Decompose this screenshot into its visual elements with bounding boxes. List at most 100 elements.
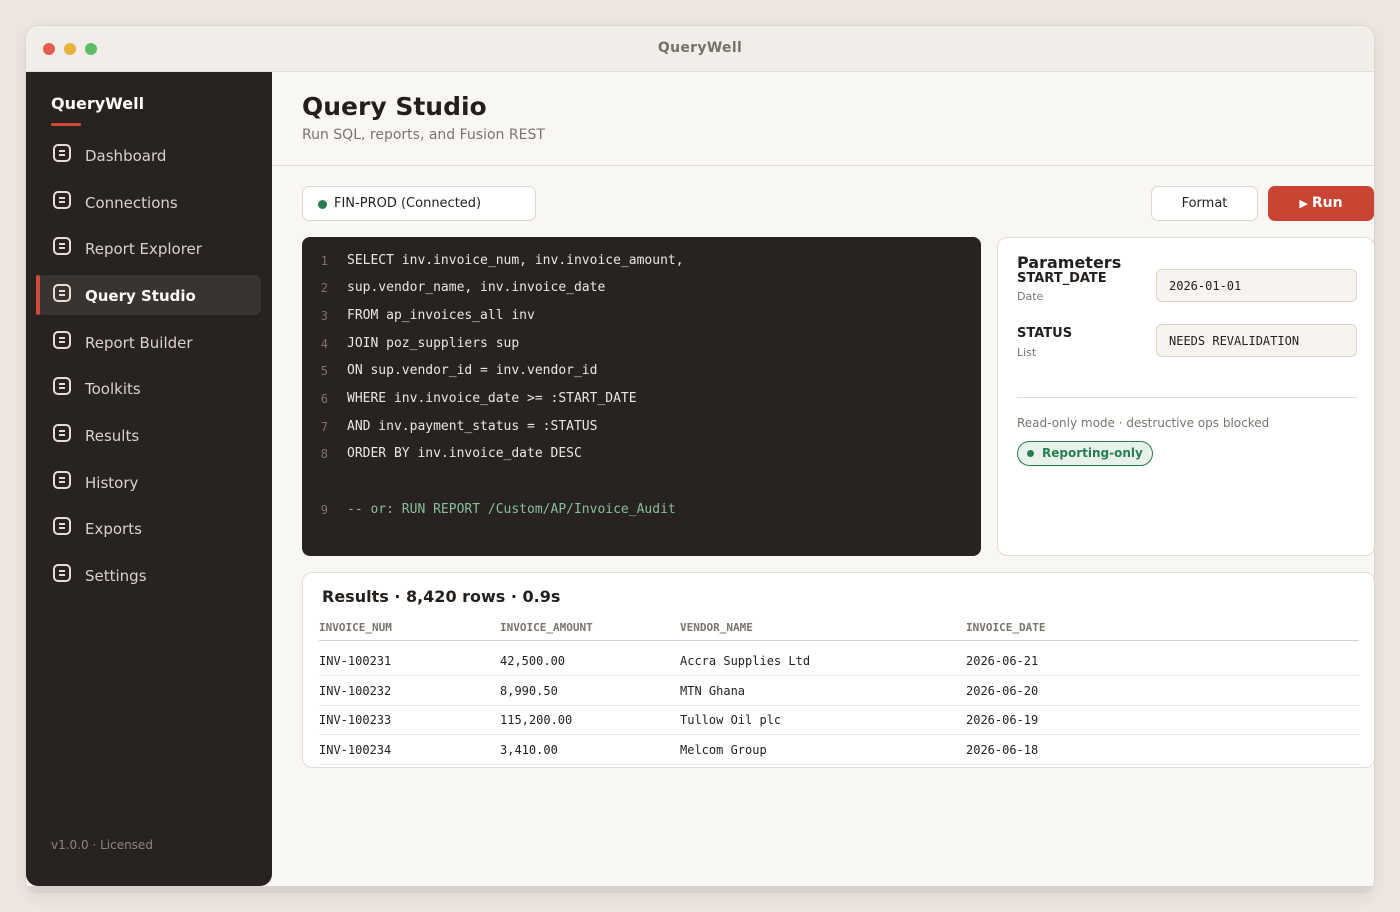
readonly-note: Read-only mode · destructive ops blocked [1017,416,1270,430]
table-cell: INV-100231 [319,654,392,668]
code-text: sup.vendor_name, inv.invoice_date [347,280,606,295]
sidebar-item-results[interactable]: Results [36,415,261,455]
param-type: Date [1017,290,1044,303]
sidebar-item-label: Exports [85,520,142,538]
table-row[interactable]: INV-100234 3,410.00 Melcom Group 2026-06… [319,735,1359,765]
line-number: 7 [320,420,328,434]
table-cell: INV-100232 [319,684,392,698]
table-cell: 2026-06-18 [966,743,1039,757]
doc-icon [53,377,71,395]
status-dot-icon [1027,450,1034,457]
sidebar-item-history[interactable]: History [36,462,261,502]
column-header[interactable]: INVOICE_AMOUNT [500,621,593,634]
sidebar-item-label: Toolkits [85,380,141,398]
page-title: Query Studio [302,92,487,121]
table-cell: 2026-06-19 [966,713,1039,727]
format-button[interactable]: Format [1151,186,1258,221]
param-type: List [1017,346,1037,359]
table-cell: 2026-06-21 [966,654,1039,668]
table-cell: INV-100233 [319,713,392,727]
status-select[interactable] [1156,324,1357,357]
sidebar-item-settings[interactable]: Settings [36,555,261,595]
param-name: STATUS [1017,326,1073,341]
code-line: 2 sup.vendor_name, inv.invoice_date [302,279,981,301]
page-header: Query Studio Run SQL, reports, and Fusio… [272,72,1374,166]
code-comment: -- or: RUN REPORT /Custom/AP/Invoice_Aud… [347,502,676,517]
column-header[interactable]: VENDOR_NAME [680,621,753,634]
play-icon: ▶ [1299,197,1308,210]
results-panel: Results · 8,420 rows · 0.9s INVOICE_NUM … [302,572,1374,768]
sidebar-item-label: Query Studio [85,287,196,305]
doc-icon [53,144,71,162]
line-number: 6 [320,392,328,406]
brand-name: QueryWell [51,94,145,113]
sidebar-item-label: Report Builder [85,334,193,352]
table-cell: 8,990.50 [500,684,558,698]
table-cell: Accra Supplies Ltd [680,654,811,668]
doc-icon [53,191,71,209]
main-content: Query Studio Run SQL, reports, and Fusio… [272,72,1374,892]
start-date-input[interactable] [1156,269,1357,302]
code-text: ON sup.vendor_id = inv.vendor_id [347,363,598,378]
connection-label: FIN-PROD (Connected) [334,196,482,211]
table-row[interactable]: INV-100232 8,990.50 MTN Ghana 2026-06-20 [319,676,1359,706]
column-header[interactable]: INVOICE_DATE [966,621,1045,634]
param-name: START_DATE [1017,271,1107,286]
sidebar-item-report-builder[interactable]: Report Builder [36,322,261,362]
doc-icon [53,564,71,582]
doc-icon [53,471,71,489]
table-cell: MTN Ghana [680,684,746,698]
code-line: 5 ON sup.vendor_id = inv.vendor_id [302,362,981,384]
line-number: 9 [320,503,328,517]
code-text: FROM ap_invoices_all inv [347,308,535,323]
reporting-only-badge: Reporting-only [1017,441,1153,466]
sidebar-item-label: Report Explorer [85,240,202,258]
line-number: 5 [320,364,328,378]
window-title: QueryWell [657,40,743,56]
line-number: 3 [320,309,328,323]
run-button-label: Run [1311,195,1343,211]
table-cell: 115,200.00 [500,713,573,727]
table-cell: 3,410.00 [500,743,558,757]
sidebar-item-dashboard[interactable]: Dashboard [36,135,261,175]
code-text: WHERE inv.invoice_date >= :START_DATE [347,391,637,406]
doc-icon [53,237,71,255]
code-line: 9 -- or: RUN REPORT /Custom/AP/Invoice_A… [302,501,981,523]
code-line: 4 JOIN poz_suppliers sup [302,335,981,357]
line-number: 4 [320,337,328,351]
sidebar-item-label: Dashboard [85,147,167,165]
divider [1017,397,1357,398]
code-line: 6 WHERE inv.invoice_date >= :START_DATE [302,390,981,412]
table-cell: Melcom Group [680,743,767,757]
table-row[interactable]: INV-100231 42,500.00 Accra Supplies Ltd … [319,646,1359,676]
column-header[interactable]: INVOICE_NUM [319,621,392,634]
line-number: 8 [320,447,328,461]
doc-icon [53,517,71,535]
code-text: JOIN poz_suppliers sup [347,336,520,351]
sidebar: QueryWell Dashboard Connections Report E… [26,72,272,886]
run-button[interactable]: ▶ Run [1268,186,1374,221]
parameters-panel: Parameters START_DATE Date STATUS List R… [997,237,1374,556]
line-number: 1 [320,254,328,268]
line-number: 2 [320,281,328,295]
code-text: AND inv.payment_status = :STATUS [347,419,598,434]
title-bar: QueryWell [26,26,1374,72]
connection-select[interactable]: FIN-PROD (Connected) [302,186,536,221]
doc-icon [53,331,71,349]
table-cell: Tullow Oil plc [680,713,782,727]
sidebar-item-exports[interactable]: Exports [36,508,261,548]
table-header: INVOICE_NUM INVOICE_AMOUNT VENDOR_NAME I… [319,620,1359,641]
code-line: 7 AND inv.payment_status = :STATUS [302,418,981,440]
sql-editor[interactable]: 1 SELECT inv.invoice_num, inv.invoice_am… [302,237,981,556]
sidebar-item-report-explorer[interactable]: Report Explorer [36,228,261,268]
page-subtitle: Run SQL, reports, and Fusion REST [302,127,545,143]
sidebar-item-label: Settings [85,567,147,585]
sidebar-item-connections[interactable]: Connections [36,182,261,222]
sidebar-item-query-studio[interactable]: Query Studio [36,275,261,315]
code-text: SELECT inv.invoice_num, inv.invoice_amou… [347,253,684,268]
sidebar-item-label: Connections [85,194,178,212]
table-row[interactable]: INV-100233 115,200.00 Tullow Oil plc 202… [319,705,1359,735]
sidebar-item-toolkits[interactable]: Toolkits [36,368,261,408]
brand-underline [51,123,81,126]
doc-icon [53,284,71,302]
